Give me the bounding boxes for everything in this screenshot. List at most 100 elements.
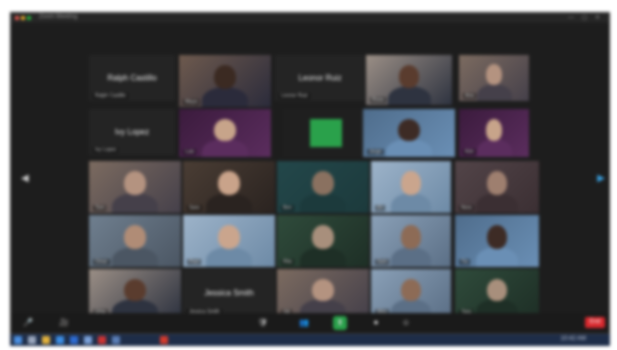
- participant-name-tile[interactable]: Jessica Smith Jessica Smith: [183, 269, 275, 317]
- participant-name: Jessica Smith: [204, 288, 254, 298]
- mute-button[interactable]: 🎤: [21, 316, 35, 330]
- participant-video-tile[interactable]: Paul: [183, 215, 275, 267]
- record-button[interactable]: ⏺: [369, 316, 383, 330]
- participant-name: Leonor Ruiz: [298, 73, 342, 83]
- person-face: [217, 171, 241, 196]
- meeting-toolbar: 🎤 🎥 🛡 👥 ⬆ ⏺ ☺ End: [11, 313, 609, 333]
- participant-name-tile[interactable]: Leonor Ruiz Leonor Ruiz: [275, 55, 365, 101]
- person-body: [391, 193, 431, 213]
- close-dot-icon[interactable]: [15, 16, 19, 20]
- mail-icon[interactable]: [84, 336, 92, 344]
- participant-video-tile[interactable]: Ana: [459, 55, 529, 101]
- participant-caption: Ana: [463, 93, 476, 99]
- person-face: [123, 225, 147, 250]
- person-face: [486, 225, 508, 250]
- app-icon[interactable]: [98, 336, 106, 344]
- participant-video-tile[interactable]: Tom: [89, 161, 181, 213]
- participant-video-tile[interactable]: Tia: [455, 215, 539, 267]
- participant-video-tile[interactable]: Sara: [183, 161, 275, 213]
- person-face: [123, 171, 147, 196]
- person-face: [485, 64, 503, 86]
- zoom-meeting-window: Zoom Meeting — ▢ ✕ ◀ ▶ Ralph Castillo Ral…: [10, 12, 610, 334]
- participant-caption: Ben: [281, 205, 294, 211]
- participant-caption: Rita: [281, 259, 294, 265]
- person-body: [476, 138, 512, 157]
- window-title: Zoom Meeting: [39, 14, 78, 20]
- participant-video-tile[interactable]: Ben: [277, 161, 369, 213]
- participant-caption: Tia: [459, 259, 470, 265]
- app-icon[interactable]: [112, 336, 120, 344]
- folder-icon[interactable]: [42, 336, 50, 344]
- person-body: [476, 247, 518, 267]
- maximize-dot-icon[interactable]: [27, 16, 31, 20]
- prev-page-arrow-icon[interactable]: ◀: [21, 173, 29, 184]
- minimize-dot-icon[interactable]: [21, 16, 25, 20]
- person-body: [386, 138, 432, 157]
- participant-video-tile[interactable]: Wes: [371, 269, 451, 317]
- participant-name: Ivy Lopez: [114, 127, 150, 137]
- window-controls[interactable]: — ▢ ✕: [568, 14, 603, 21]
- participant-video-tile[interactable]: Rosa: [366, 55, 452, 105]
- video-button[interactable]: 🎥: [57, 316, 71, 330]
- person-body: [476, 193, 518, 213]
- share-screen-button[interactable]: ⬆: [333, 316, 347, 330]
- participant-video-tile[interactable]: Val: [277, 269, 369, 317]
- participant-video-tile[interactable]: Luis: [179, 109, 271, 157]
- security-button[interactable]: 🛡: [256, 316, 270, 330]
- person-face: [401, 225, 421, 250]
- participant-video-tile[interactable]: Nora: [455, 161, 539, 213]
- participant-caption: Kim: [463, 149, 476, 155]
- participants-button[interactable]: 👥: [297, 316, 311, 330]
- participant-name-tile[interactable]: Ralph Castillo Ralph Castillo: [89, 55, 175, 101]
- participant-caption: Maya: [183, 99, 200, 105]
- participant-video-tile[interactable]: Omar: [89, 215, 181, 267]
- participant-caption: Luis: [183, 149, 197, 155]
- reactions-button[interactable]: ☺: [399, 316, 413, 330]
- participant-caption: Sam: [375, 259, 390, 265]
- participant-caption: Tom: [93, 205, 107, 211]
- person-face: [123, 278, 147, 301]
- person-face: [213, 65, 237, 90]
- participant-name: Ralph Castillo: [107, 73, 157, 83]
- system-tray-clock: 10:42 AM: [560, 336, 586, 342]
- person-face: [401, 278, 421, 301]
- person-body: [476, 83, 512, 101]
- participant-caption: Omar: [93, 259, 110, 265]
- participant-name-tile[interactable]: Ivy Lopez Ivy Lopez: [89, 109, 175, 155]
- next-page-arrow-icon[interactable]: ▶: [597, 173, 605, 184]
- participant-caption: Rosa: [370, 97, 386, 103]
- participant-video-tile[interactable]: Sam: [371, 215, 451, 267]
- participant-video-tile[interactable]: Rita: [277, 215, 369, 267]
- participant-video-tile[interactable]: Kim: [459, 109, 529, 157]
- browser-icon[interactable]: [56, 336, 64, 344]
- person-body: [206, 193, 252, 213]
- search-icon[interactable]: [28, 336, 36, 344]
- participant-video-tile[interactable]: Maya: [179, 55, 271, 107]
- person-body: [206, 247, 252, 267]
- participant-video-tile[interactable]: Jorge: [363, 109, 455, 157]
- person-body: [202, 87, 248, 107]
- person-face: [486, 171, 508, 196]
- person-face: [485, 118, 503, 141]
- app-icon[interactable]: [160, 336, 168, 344]
- participant-caption: Ivy Lopez: [93, 147, 119, 153]
- gallery-view: ◀ ▶ Ralph Castillo Ralph Castillo Maya Leon…: [11, 23, 609, 317]
- desktop-screen: Zoom Meeting — ▢ ✕ ◀ ▶ Ralph Castillo Ral…: [0, 0, 617, 350]
- person-face: [217, 225, 241, 250]
- person-body: [391, 247, 431, 267]
- participant-caption: Paul: [187, 259, 202, 265]
- participant-video-tile[interactable]: Yara: [455, 269, 539, 317]
- participant-caption: Eli: [375, 205, 385, 211]
- start-icon[interactable]: [14, 336, 22, 344]
- person-body: [112, 193, 158, 213]
- zoom-app-icon[interactable]: [70, 336, 78, 344]
- participant-caption: Ralph Castillo: [93, 93, 128, 99]
- window-titlebar: Zoom Meeting — ▢ ✕: [11, 13, 609, 23]
- os-taskbar: 10:42 AM: [10, 334, 610, 346]
- person-body: [300, 247, 346, 267]
- participant-video-tile[interactable]: Eli: [371, 161, 451, 213]
- end-meeting-button[interactable]: End: [585, 317, 605, 328]
- participant-caption: Jorge: [367, 149, 384, 155]
- active-speaker-tile[interactable]: [283, 109, 369, 157]
- participant-video-tile[interactable]: Uma: [89, 269, 181, 317]
